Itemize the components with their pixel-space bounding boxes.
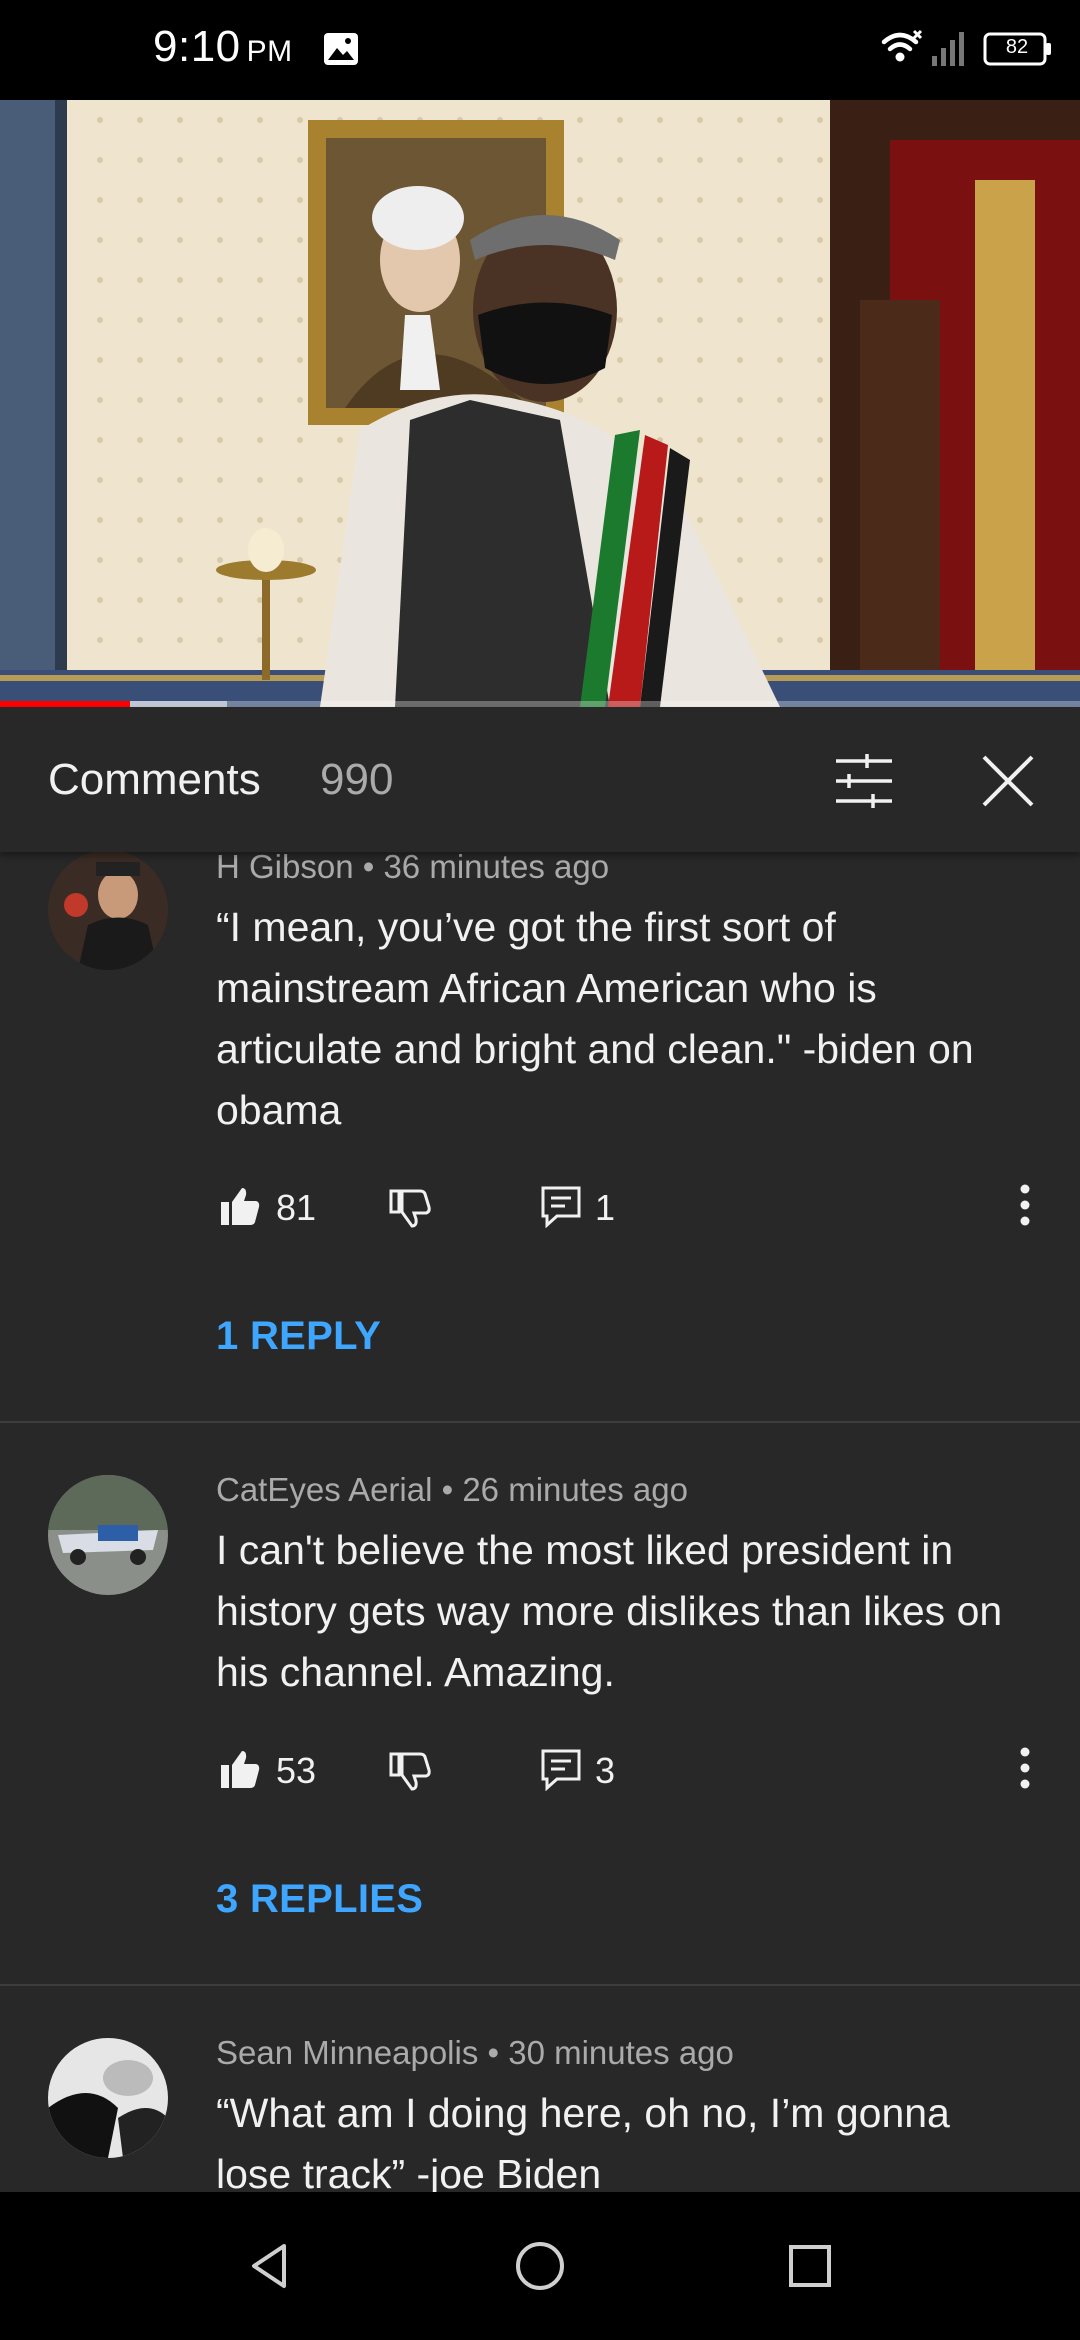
comments-count: 990 (320, 755, 394, 804)
comment-author: H Gibson (216, 852, 354, 885)
view-replies-link[interactable]: 1 REPLY (216, 1314, 381, 1359)
recent-apps-icon[interactable] (780, 2236, 840, 2296)
like-count: 81 (276, 1187, 317, 1228)
like-icon[interactable] (218, 1184, 262, 1228)
avatar[interactable] (48, 852, 168, 970)
more-options-icon[interactable] (1010, 1743, 1040, 1793)
video-frame (0, 100, 1080, 707)
signal-icon (932, 32, 964, 66)
comment-text: “I mean, you’ve got the first sort of ma… (216, 904, 974, 1133)
comment-author: CatEyes Aerial (216, 1471, 433, 1508)
gallery-icon (324, 33, 358, 65)
like-count: 53 (276, 1750, 317, 1791)
dislike-icon[interactable] (388, 1749, 432, 1793)
sort-filter-icon[interactable] (833, 752, 895, 810)
like-icon[interactable] (218, 1747, 262, 1791)
comment-text: I can't believe the most liked president… (216, 1527, 1003, 1695)
comments-title: Comments (48, 755, 261, 804)
comments-header: Comments 990 (0, 707, 1080, 852)
divider (0, 1421, 1080, 1423)
dislike-icon[interactable] (388, 1186, 432, 1230)
wifi-icon (881, 29, 923, 62)
comments-list[interactable]: H Gibson • 36 minutes ago “I mean, you’v… (0, 852, 1080, 2192)
comment-time: 30 minutes ago (508, 2034, 734, 2071)
comment-meta: H Gibson • 36 minutes ago (216, 852, 609, 886)
home-icon[interactable] (510, 2236, 570, 2296)
comment-time: 26 minutes ago (462, 1471, 688, 1508)
battery-level: 82 (1005, 36, 1029, 58)
view-replies-link[interactable]: 3 REPLIES (216, 1877, 423, 1922)
comment-meta: Sean Minneapolis • 30 minutes ago (216, 2034, 734, 2071)
more-options-icon[interactable] (1010, 1180, 1040, 1230)
reply-count: 1 (595, 1187, 616, 1228)
comment-meta: CatEyes Aerial • 26 minutes ago (216, 1471, 688, 1508)
avatar[interactable] (48, 1475, 168, 1595)
back-icon[interactable] (240, 2236, 300, 2296)
close-icon[interactable] (978, 751, 1038, 811)
status-time: 9:10 PM (153, 22, 293, 71)
reply-icon[interactable] (539, 1184, 583, 1228)
video-player[interactable] (0, 100, 1080, 707)
avatar[interactable] (48, 2038, 168, 2158)
reply-icon[interactable] (539, 1747, 583, 1791)
comment-time: 36 minutes ago (383, 852, 610, 885)
comment-author: Sean Minneapolis (216, 2034, 479, 2071)
comment-text: “What am I doing here, oh no, I’m gonna … (216, 2090, 950, 2192)
status-bar: 9:10 PM 82 (0, 0, 1080, 100)
system-nav-bar (0, 2192, 1080, 2340)
divider (0, 1984, 1080, 1986)
reply-count: 3 (595, 1750, 616, 1791)
